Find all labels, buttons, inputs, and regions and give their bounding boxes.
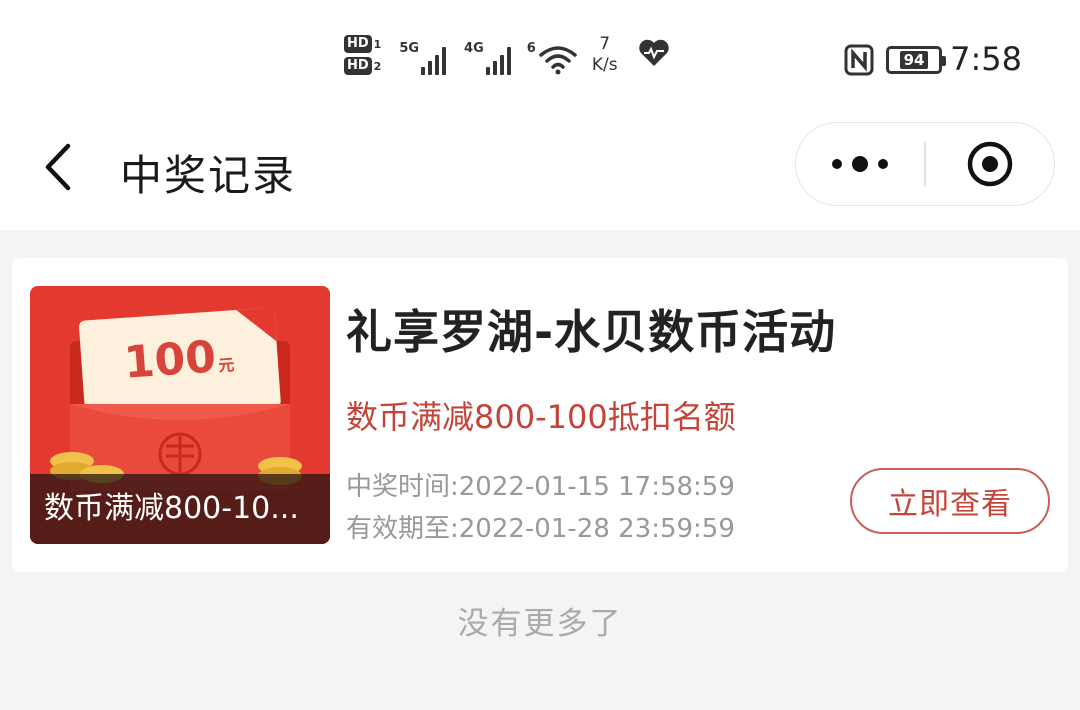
back-button[interactable] — [40, 142, 80, 192]
chevron-left-icon — [45, 143, 71, 191]
image-caption: 数币满减800-10... — [30, 474, 330, 544]
nfc-icon — [844, 44, 874, 80]
red-packet-image: 100元 数币满减800-10... — [30, 286, 330, 544]
status-indicators: HD 1 HD 2 5G 4G 6 7 K/s — [344, 34, 670, 76]
hd-1-badge: HD 1 — [344, 35, 381, 53]
view-now-button[interactable]: 立即查看 — [850, 468, 1050, 534]
more-dots-icon — [832, 159, 842, 169]
sim1-signal-icon: 5G — [399, 35, 447, 75]
activity-title: 礼享罗湖-水贝数币活动 — [346, 305, 837, 359]
status-time: 7:58 — [950, 40, 1022, 78]
red-packet-amount: 100元 — [122, 331, 236, 389]
target-close-icon — [967, 141, 1012, 187]
more-dots-icon — [878, 159, 888, 169]
page-title: 中奖记录 — [120, 151, 297, 200]
more-button[interactable] — [796, 123, 924, 205]
nav-bar: 中奖记录 — [0, 118, 1080, 230]
close-miniprogram-button[interactable] — [926, 123, 1055, 205]
wifi-icon: 6 — [527, 35, 578, 75]
hd-indicators: HD 1 HD 2 — [344, 35, 381, 75]
hd-2-badge: HD 2 — [344, 57, 381, 75]
more-dots-icon — [852, 156, 868, 172]
valid-until: 有效期至:2022-01-28 23:59:59 — [346, 514, 735, 544]
sim2-signal-icon: 4G — [464, 35, 511, 75]
network-speed: 7 K/s — [591, 34, 618, 75]
health-heart-icon — [638, 39, 670, 71]
miniprogram-capsule — [795, 122, 1055, 206]
prize-name: 数币满减800-100抵扣名额 — [346, 398, 736, 436]
no-more-text: 没有更多了 — [457, 606, 623, 642]
prize-record-card[interactable]: 100元 数币满减800-10... 礼享罗湖-水贝数币活动 数币满减800-1… — [12, 258, 1068, 572]
battery-icon: 94 — [886, 46, 946, 74]
status-bar: HD 1 HD 2 5G 4G 6 7 K/s 94 7:58 — [0, 0, 1080, 118]
win-time: 中奖时间:2022-01-15 17:58:59 — [346, 472, 735, 502]
